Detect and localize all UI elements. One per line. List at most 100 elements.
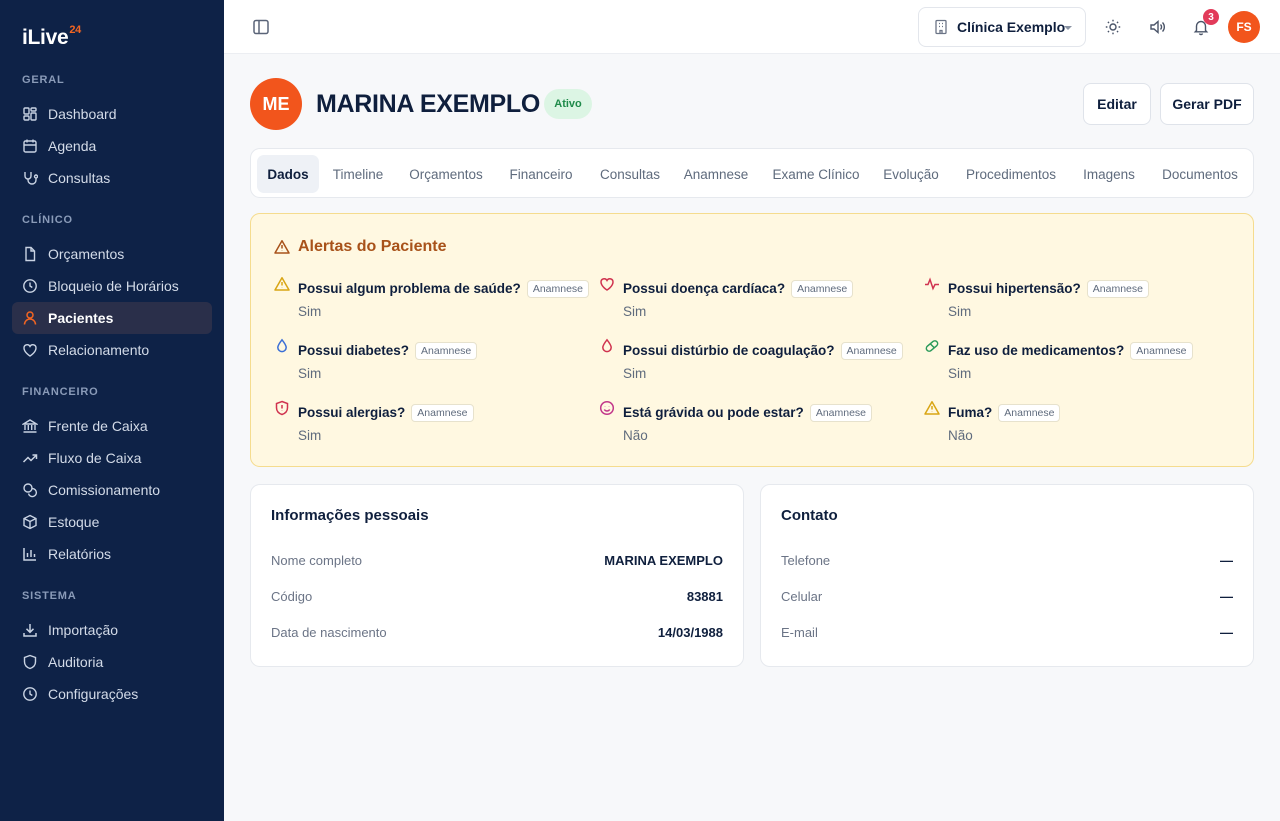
tab-timeline[interactable]: Timeline [321, 155, 395, 193]
sidebar-item-agenda[interactable]: Agenda [12, 130, 212, 162]
user-avatar[interactable]: FS [1228, 11, 1260, 43]
sidebar-item-pacientes[interactable]: Pacientes [12, 302, 212, 334]
anamnese-tag: Anamnese [998, 404, 1061, 422]
sidebar-item-fluxo-caixa[interactable]: Fluxo de Caixa [12, 442, 212, 474]
alert-answer: Sim [298, 366, 322, 381]
field-value: 83881 [686, 589, 723, 604]
speaker-icon[interactable] [1148, 18, 1166, 36]
clinic-select[interactable]: Clínica Exemplo [918, 7, 1086, 47]
alert-item: Fuma? Anamnese Não [924, 400, 1244, 450]
alert-question: Possui doença cardíaca? [623, 281, 786, 296]
droplet-icon [277, 338, 287, 353]
alert-item: Possui hipertensão? Anamnese Sim [924, 276, 1244, 326]
alert-answer: Sim [623, 304, 647, 319]
tab-imagens[interactable]: Imagens [1074, 155, 1144, 193]
heart-icon [23, 344, 37, 357]
tab-evolucao[interactable]: Evolução [873, 155, 949, 193]
field-label: Telefone [781, 553, 831, 568]
personal-info-card: Informações pessoais Nome completo MARIN… [250, 484, 744, 667]
tab-financeiro[interactable]: Financeiro [499, 155, 583, 193]
tab-anamnese[interactable]: Anamnese [676, 155, 756, 193]
bank-icon [22, 419, 38, 433]
sidebar-item-label: Agenda [48, 138, 97, 154]
patient-tabs: Dados Timeline Orçamentos Financeiro Con… [250, 148, 1254, 198]
contact-card: Contato Telefone — Celular — E-mail — [760, 484, 1254, 667]
file-icon [25, 246, 36, 262]
sidebar-section-title: GERAL [22, 74, 65, 86]
alert-answer: Não [623, 428, 648, 443]
anamnese-tag: Anamnese [415, 342, 478, 360]
notification-badge: 3 [1203, 9, 1219, 25]
sidebar-item-relatorios[interactable]: Relatórios [12, 538, 212, 570]
sidebar-section-title: FINANCEIRO [22, 386, 99, 398]
anamnese-tag: Anamnese [1086, 280, 1149, 298]
clinic-select-value: Clínica Exemplo [957, 19, 1066, 35]
alert-item: Possui alergias? Anamnese Sim [274, 400, 594, 450]
sidebar-item-label: Bloqueio de Horários [48, 278, 179, 294]
alert-item: Faz uso de medicamentos? Anamnese Sim [924, 338, 1244, 388]
alert-item: Está grávida ou pode estar? Anamnese Não [599, 400, 919, 450]
field-value: 14/03/1988 [657, 625, 723, 640]
shield-alert-icon [275, 400, 289, 416]
warning-icon [274, 277, 290, 291]
alert-answer: Sim [298, 428, 322, 443]
card-title: Contato [781, 507, 838, 524]
field-label: Nome completo [271, 553, 363, 568]
sun-icon[interactable] [1104, 18, 1122, 36]
alert-item: Possui distúrbio de coagulação? Anamnese … [599, 338, 919, 388]
alert-question: Faz uso de medicamentos? [948, 343, 1125, 358]
tab-dados[interactable]: Dados [257, 155, 319, 193]
sidebar-item-auditoria[interactable]: Auditoria [12, 646, 212, 678]
box-icon [23, 514, 37, 530]
edit-button[interactable]: Editar [1083, 83, 1151, 125]
sidebar-item-orcamentos[interactable]: Orçamentos [12, 238, 212, 270]
topbar: Clínica Exemplo 3 FS [224, 0, 1280, 54]
tab-procedimentos[interactable]: Procedimentos [954, 155, 1068, 193]
coins-icon [23, 483, 38, 498]
pill-icon [925, 340, 939, 352]
bar-chart-icon [23, 548, 36, 561]
field-label: Data de nascimento [271, 625, 387, 640]
sidebar-item-estoque[interactable]: Estoque [12, 506, 212, 538]
alert-answer: Sim [948, 366, 972, 381]
field-value: — [1220, 589, 1233, 604]
shield-icon [23, 654, 37, 670]
sidebar-item-frente-caixa[interactable]: Frente de Caixa [12, 410, 212, 442]
tab-orcamentos[interactable]: Orçamentos [398, 155, 494, 193]
sidebar-item-comissionamento[interactable]: Comissionamento [12, 474, 212, 506]
field-value: — [1220, 553, 1233, 568]
anamnese-tag: Anamnese [809, 404, 873, 422]
sidebar-item-label: Configurações [48, 686, 139, 702]
sidebar-item-dashboard[interactable]: Dashboard [12, 98, 212, 130]
sidebar-item-label: Consultas [48, 170, 111, 186]
alert-question: Possui alergias? [298, 405, 406, 420]
sidebar-item-bloqueio-horarios[interactable]: Bloqueio de Horários [12, 270, 212, 302]
sidebar-item-label: Importação [48, 622, 119, 638]
alert-question: Está grávida ou pode estar? [623, 405, 804, 420]
building-icon [935, 19, 947, 35]
sidebar-item-configuracoes[interactable]: Configurações [12, 678, 212, 710]
sidebar-section-title: SISTEMA [22, 590, 77, 602]
status-badge: Ativo [544, 89, 592, 119]
field-label: Código [271, 589, 313, 604]
alert-item: Possui algum problema de saúde? Anamnese … [274, 276, 594, 326]
sidebar-item-consultas[interactable]: Consultas [12, 162, 212, 194]
tab-consultas[interactable]: Consultas [588, 155, 672, 193]
generate-pdf-button[interactable]: Gerar PDF [1160, 83, 1254, 125]
sidebar-toggle-icon[interactable] [252, 18, 270, 36]
sidebar-item-label: Relacionamento [48, 342, 150, 358]
sidebar-item-importacao[interactable]: Importação [12, 614, 212, 646]
alert-question: Possui distúrbio de coagulação? [623, 343, 835, 358]
pulse-icon [925, 277, 939, 291]
alert-answer: Sim [948, 304, 972, 319]
sidebar-item-label: Fluxo de Caixa [48, 450, 142, 466]
tab-exame-clinico[interactable]: Exame Clínico [763, 155, 869, 193]
sidebar-item-relacionamento[interactable]: Relacionamento [12, 334, 212, 366]
anamnese-tag: Anamnese [840, 342, 903, 360]
sidebar-item-label: Dashboard [48, 106, 117, 122]
tab-documentos[interactable]: Documentos [1152, 155, 1248, 193]
field-value: — [1220, 625, 1233, 640]
brand-logo[interactable]: iLive24 [22, 24, 81, 50]
alert-question: Fuma? [948, 405, 993, 420]
sidebar-item-label: Orçamentos [48, 246, 125, 262]
